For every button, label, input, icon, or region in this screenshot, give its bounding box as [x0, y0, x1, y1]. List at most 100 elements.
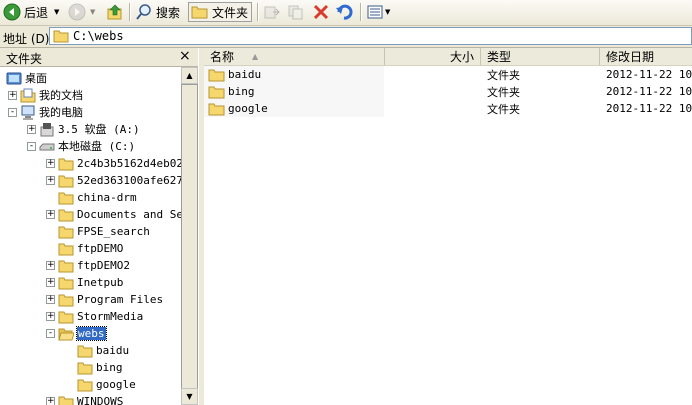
tree-item[interactable]: 52ed363100afe6270	[58, 172, 181, 188]
tree-item[interactable]: 2c4b3b5162d4eb022	[58, 155, 181, 171]
open-folder-icon	[58, 328, 74, 340]
views-dropdown-icon[interactable]: ▼	[385, 8, 390, 16]
tree-item[interactable]: baidu	[77, 342, 129, 358]
column-header-type[interactable]: 类型	[481, 48, 600, 65]
column-header-size[interactable]: 大小	[385, 48, 481, 65]
tree-item-label: webs	[76, 325, 107, 341]
undo-button[interactable]	[335, 2, 353, 22]
folder-icon	[58, 277, 74, 289]
copy-to-button[interactable]	[287, 2, 305, 22]
column-name-label: 名称	[210, 50, 235, 64]
tree-item-label: Documents and Set	[77, 207, 181, 221]
tree-item[interactable]: 3.5 软盘 (A:)	[39, 121, 140, 137]
scroll-thumb[interactable]	[181, 84, 198, 401]
views-button[interactable]: ▼	[366, 2, 390, 22]
file-row[interactable]: bing 文件夹 2012-11-22 10:	[204, 83, 692, 100]
column-type-label: 类型	[487, 50, 512, 64]
address-folder-icon	[53, 30, 69, 43]
folder-icon	[58, 226, 74, 238]
folder-icon	[58, 260, 74, 272]
forward-dropdown-icon[interactable]: ▼	[90, 8, 95, 16]
expand-icon[interactable]: +	[46, 261, 55, 270]
my-documents-icon	[20, 88, 36, 102]
scroll-down-icon[interactable]: ▼	[181, 388, 198, 405]
column-header-modified[interactable]: 修改日期	[600, 48, 692, 65]
tree-item[interactable]: Inetpub	[58, 274, 123, 290]
folder-icon	[58, 209, 74, 221]
tree-item-label: Program Files	[77, 292, 164, 306]
tree-item[interactable]: china-drm	[58, 189, 137, 205]
expand-icon[interactable]: +	[46, 312, 55, 321]
hard-drive-icon	[39, 143, 55, 150]
tree-item-label: 2c4b3b5162d4eb022	[77, 156, 181, 170]
tree-item-label: 我的电脑	[39, 106, 83, 119]
folder-tree-scrollbar[interactable]: ▲ ▼	[181, 67, 198, 405]
up-folder-button[interactable]	[106, 2, 124, 22]
folder-icon	[58, 311, 74, 323]
collapse-icon[interactable]: -	[27, 142, 36, 151]
column-header-name[interactable]: 名称 ▲	[204, 48, 385, 65]
tree-item-label: WINDOWS	[77, 394, 124, 405]
folders-label: 文件夹	[212, 5, 249, 20]
tree-item[interactable]: google	[77, 376, 136, 392]
scroll-up-icon[interactable]: ▲	[181, 67, 198, 84]
expand-icon[interactable]: +	[46, 159, 55, 168]
folders-button[interactable]: 文件夹	[188, 2, 253, 22]
file-row[interactable]: baidu 文件夹 2012-11-22 10:	[204, 66, 692, 83]
tree-item[interactable]: Program Files	[58, 291, 163, 307]
tree-item-label: StormMedia	[77, 309, 144, 323]
address-bar: 地址 (D) C:\webs	[0, 26, 692, 48]
back-button[interactable]: 后退 ▼	[3, 2, 59, 22]
expand-icon[interactable]: +	[46, 210, 55, 219]
collapse-icon[interactable]: -	[8, 108, 17, 117]
folder-icon	[58, 158, 74, 170]
expand-icon[interactable]: +	[46, 397, 55, 405]
tree-item[interactable]: 我的电脑	[20, 104, 83, 120]
file-row[interactable]: google 文件夹 2012-11-22 10:	[204, 100, 692, 117]
tree-item[interactable]: bing	[77, 359, 123, 375]
expand-icon[interactable]: +	[46, 278, 55, 287]
move-to-icon	[264, 6, 280, 19]
expand-icon[interactable]: +	[8, 91, 17, 100]
tree-item[interactable]: 本地磁盘 (C:)	[39, 138, 135, 154]
tree-item[interactable]: Documents and Set	[58, 206, 181, 222]
tree-item[interactable]: 桌面	[6, 70, 47, 86]
folder-pane-header: 文件夹 ×	[0, 48, 198, 67]
folder-icon	[208, 69, 225, 82]
file-name-cell: google	[208, 100, 384, 117]
tree-item[interactable]: webs	[58, 325, 107, 341]
address-input[interactable]: C:\webs	[49, 27, 692, 45]
forward-button[interactable]: ▼	[68, 2, 95, 22]
delete-button[interactable]	[312, 2, 330, 22]
my-computer-icon	[21, 105, 35, 120]
expand-icon[interactable]: +	[46, 176, 55, 185]
file-name-cell: bing	[208, 83, 384, 100]
tree-item[interactable]: WINDOWS	[58, 393, 123, 405]
column-size-label: 大小	[449, 50, 474, 64]
tree-item-label: 桌面	[25, 72, 47, 85]
folder-icon	[208, 103, 225, 116]
expand-icon[interactable]: +	[46, 295, 55, 304]
collapse-icon[interactable]: -	[46, 329, 55, 338]
folder-icon	[77, 379, 93, 391]
tree-item-label: 我的文档	[39, 89, 83, 102]
tree-item[interactable]: ftpDEMO	[58, 240, 123, 256]
file-modified: 2012-11-22 10:	[606, 68, 692, 81]
tree-item-label: google	[96, 377, 136, 391]
back-dropdown-icon[interactable]: ▼	[54, 8, 59, 16]
file-name-cell: baidu	[208, 66, 384, 83]
search-button[interactable]: 搜索	[135, 2, 180, 22]
tree-item[interactable]: FPSE_search	[58, 223, 150, 239]
close-icon[interactable]: ×	[179, 49, 191, 63]
file-modified: 2012-11-22 10:	[606, 85, 692, 98]
expand-icon[interactable]: +	[27, 125, 36, 134]
move-to-button[interactable]	[263, 2, 281, 22]
folder-tree: 桌面 + 我的文档 - 我的电脑 +3.5 软盘 (A:) - 本地磁盘 (C:) +2c4b3…	[0, 67, 181, 405]
tree-item[interactable]: 我的文档	[20, 87, 83, 103]
tree-item[interactable]: ftpDEMO2	[58, 257, 130, 273]
folders-icon	[191, 6, 208, 19]
copy-to-icon	[288, 5, 303, 20]
folder-icon	[58, 243, 74, 255]
folder-icon	[58, 192, 74, 204]
tree-item[interactable]: StormMedia	[58, 308, 143, 324]
